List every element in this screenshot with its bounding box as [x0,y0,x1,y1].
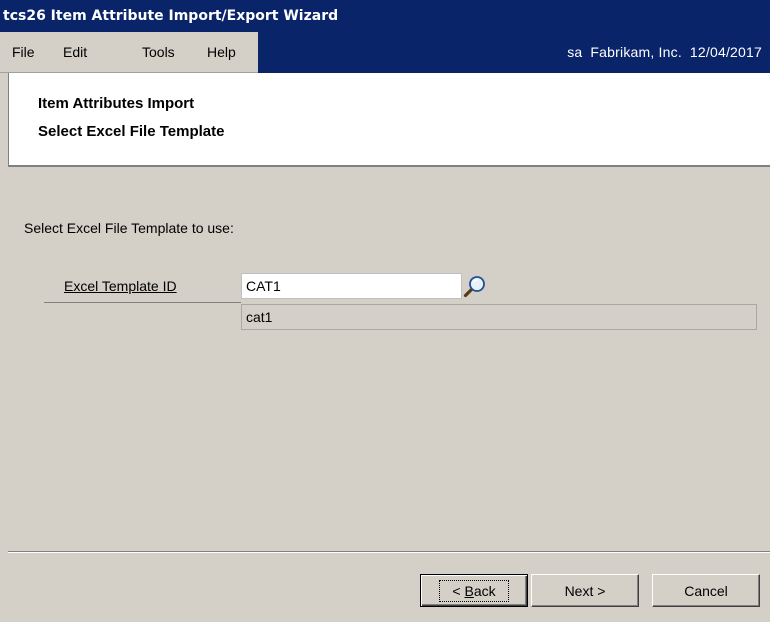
menu-tools[interactable]: Tools [142,44,175,60]
cancel-button-label: Cancel [684,582,728,599]
window-title: tcs26 Item Attribute Import/Export Wizar… [3,8,339,24]
status-date: 12/04/2017 [689,44,762,60]
label-underline-divider [44,302,241,303]
instruction-text: Select Excel File Template to use: [24,220,234,236]
footer-divider [8,551,770,553]
back-button-prefix: < [452,582,465,599]
lookup-button[interactable] [462,273,488,299]
menu-bar: File Edit Tools Help sa Fabrikam, Inc. 12/… [0,32,770,73]
next-button-label: Next > [564,582,606,599]
menu-edit[interactable]: Edit [63,44,87,60]
status-company: Fabrikam, Inc. [590,44,682,60]
excel-template-id-input[interactable] [241,273,462,299]
menu-file[interactable]: File [12,44,35,60]
back-button-focus: < Back [439,579,509,602]
wizard-title: Item Attributes Import [38,95,195,112]
magnifier-icon [463,276,485,298]
next-button[interactable]: Next > [531,574,639,607]
window-title-bar[interactable]: tcs26 Item Attribute Import/Export Wizar… [0,0,770,32]
template-description-field: cat1 [241,304,757,330]
menu-items-area: File Edit Tools Help [0,32,258,73]
wizard-header: Item Attributes Import Select Excel File… [8,73,770,167]
wizard-step-title: Select Excel File Template [38,123,225,140]
status-info: sa Fabrikam, Inc. 12/04/2017 [567,44,762,60]
excel-template-id-label[interactable]: Excel Template ID [64,278,177,294]
back-button-accel: B [464,582,474,599]
status-user: sa [567,44,583,60]
back-button[interactable]: < Back [420,574,528,607]
back-button-rest: ack [473,582,496,599]
menu-help[interactable]: Help [207,44,236,60]
cancel-button[interactable]: Cancel [652,574,760,607]
